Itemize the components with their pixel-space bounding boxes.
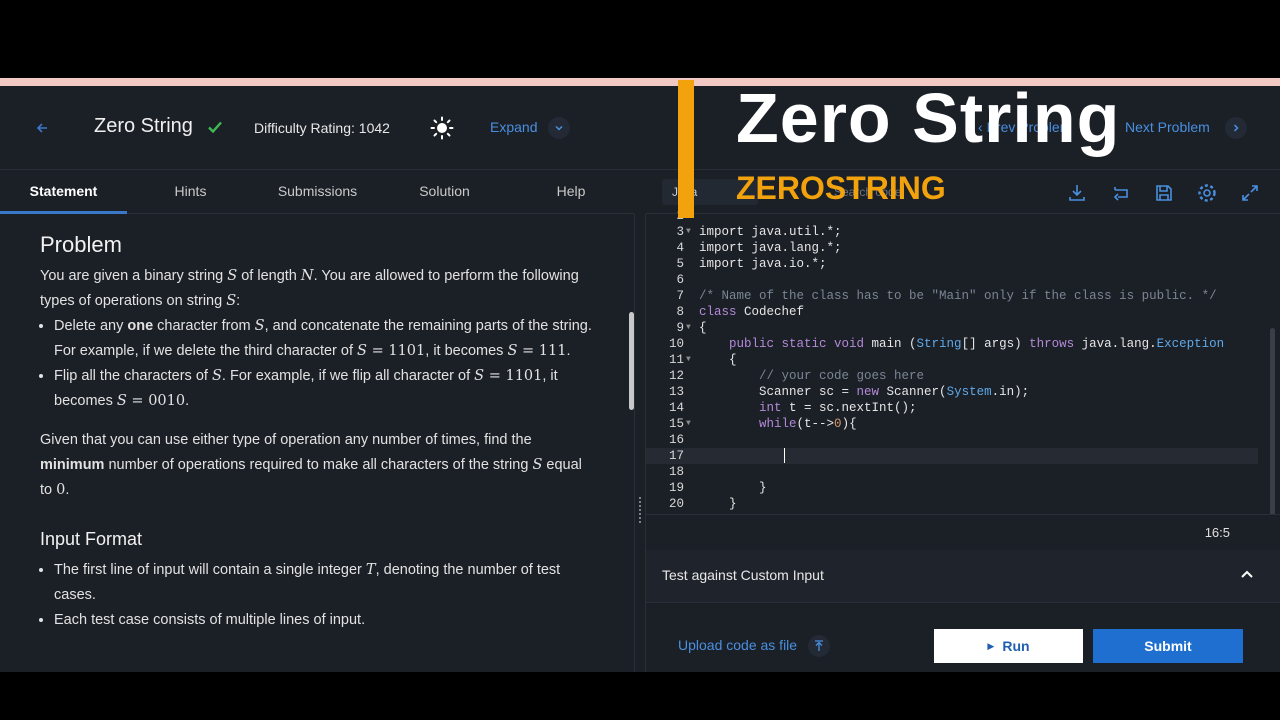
code-line: 3 ▼ import java.util.*; xyxy=(676,225,842,239)
problem-tabs: Statement Hints Submissions Solution Hel… xyxy=(0,171,634,214)
save-icon[interactable] xyxy=(1153,182,1175,204)
tab-statement[interactable]: Statement xyxy=(0,171,127,214)
letterbox-bottom xyxy=(0,672,1280,720)
code-line: 18 xyxy=(668,465,684,479)
upload-code-link[interactable]: Upload code as file xyxy=(678,637,797,653)
tab-help[interactable]: Help xyxy=(508,171,634,214)
reset-code-icon[interactable] xyxy=(1110,182,1132,204)
list-item: Delete any one character from S, and con… xyxy=(54,314,594,364)
task-description: Given that you can use either type of op… xyxy=(40,432,582,498)
run-button[interactable]: ▶ Run xyxy=(934,629,1083,663)
code-line: 19 } xyxy=(668,481,767,495)
code-line: 4 import java.lang.*; xyxy=(676,241,842,255)
codechef-app: Zero String Difficulty Rating: 1042 Expa… xyxy=(0,86,1280,672)
overlay-title: Zero String xyxy=(736,79,1121,157)
panel-divider[interactable] xyxy=(634,214,646,672)
code-line: 15 ▼ while(t-->0){ xyxy=(668,417,857,431)
letterbox-top xyxy=(0,0,1280,78)
theme-sun-icon[interactable] xyxy=(430,116,454,140)
chevron-down-icon[interactable] xyxy=(548,117,570,139)
tab-solution[interactable]: Solution xyxy=(381,171,508,214)
code-line: 14 int t = sc.nextInt(); xyxy=(668,401,917,415)
resize-grip-icon[interactable] xyxy=(638,496,642,526)
overlay-accent-bar xyxy=(678,80,694,218)
next-problem-button[interactable]: Next Problem xyxy=(1125,119,1210,135)
input-format-heading: Input Format xyxy=(40,529,143,549)
cursor-position: 16:5 xyxy=(1204,525,1230,540)
input-format-list: The first line of input will contain a s… xyxy=(54,558,594,633)
tab-hints[interactable]: Hints xyxy=(127,171,254,214)
chevron-up-icon[interactable] xyxy=(1238,566,1256,584)
custom-input-label: Test against Custom Input xyxy=(662,567,824,583)
problem-statement: Problem You are given a binary string S … xyxy=(0,214,634,672)
settings-gear-icon[interactable] xyxy=(1196,182,1218,204)
operations-list: Delete any one character from S, and con… xyxy=(54,314,594,414)
list-item: The first line of input will contain a s… xyxy=(54,558,594,608)
custom-input-panel[interactable]: Test against Custom Input xyxy=(646,550,1280,602)
code-line: 10 public static void main (String[] arg… xyxy=(668,337,1225,351)
fullscreen-icon[interactable] xyxy=(1239,182,1261,204)
list-item: Each test case consists of multiple line… xyxy=(54,608,594,633)
tab-submissions[interactable]: Submissions xyxy=(254,171,381,214)
code-line: 13 Scanner sc = new Scanner(System.in); xyxy=(668,385,1030,399)
problem-heading: Problem xyxy=(40,232,122,257)
code-line: 8 class Codechef xyxy=(676,305,805,319)
editor-status-bar: 16:5 xyxy=(646,514,1280,550)
problem-intro: You are given a binary string S of lengt… xyxy=(40,268,579,309)
list-item: Flip all the characters of S. For exampl… xyxy=(54,364,594,414)
upload-icon[interactable] xyxy=(808,635,830,657)
code-line: 7/* Name of the class has to be "Main" o… xyxy=(676,289,1217,303)
overlay-subtitle: ZEROSTRING xyxy=(736,170,946,206)
code-line-active: 17 xyxy=(646,448,1258,464)
difficulty-rating: Difficulty Rating: 1042 xyxy=(254,120,390,136)
back-arrow-icon[interactable] xyxy=(28,116,56,140)
code-line: 9 ▼{ xyxy=(676,321,707,335)
download-icon[interactable] xyxy=(1066,182,1088,204)
code-line: 5 import java.io.*; xyxy=(676,257,827,271)
code-line: 2 xyxy=(646,208,1258,224)
code-line: 20 } xyxy=(668,497,737,511)
problem-title: Zero String xyxy=(94,115,193,137)
run-label: Run xyxy=(1002,638,1030,654)
chevron-right-icon[interactable] xyxy=(1225,117,1247,139)
submit-button[interactable]: Submit xyxy=(1093,629,1243,663)
code-line: 11 ▼ { xyxy=(668,353,737,367)
code-line: 12 // your code goes here xyxy=(668,369,925,383)
solved-check-icon xyxy=(208,121,222,134)
text-cursor xyxy=(784,448,785,463)
code-editor[interactable]: 2 3▼import java.util.*; 4import java.lan… xyxy=(646,209,1280,514)
code-line: 16 xyxy=(668,433,684,447)
play-icon: ▶ xyxy=(987,640,995,651)
code-line: 6 xyxy=(676,273,684,287)
expand-button[interactable]: Expand xyxy=(490,119,537,135)
action-bar: Upload code as file ▶ Run Submit xyxy=(646,602,1280,672)
